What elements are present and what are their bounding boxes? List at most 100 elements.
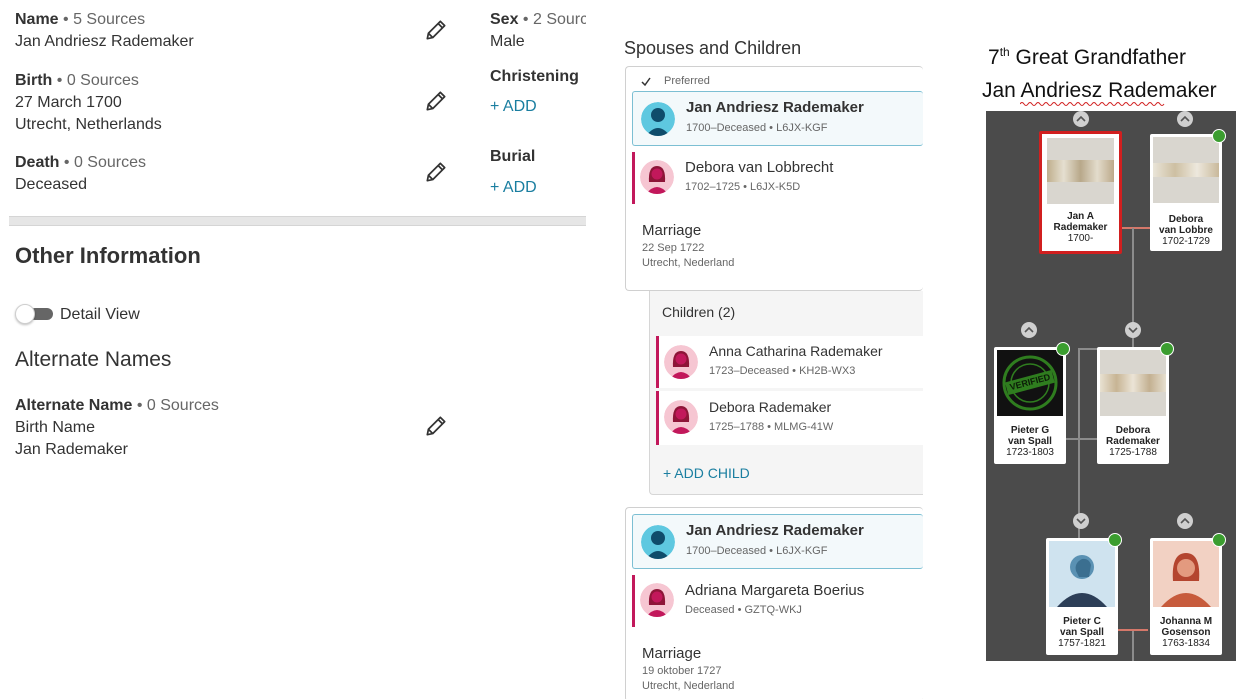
other-information-title: Other Information <box>15 243 201 268</box>
alternate-name-value: Jan Rademaker <box>15 441 128 458</box>
tree-card-dates: 1763-1834 <box>1162 638 1210 649</box>
expand-down-chevron-icon[interactable] <box>1125 322 1141 338</box>
sex-value: Male <box>490 33 525 50</box>
edit-alternate-name-pencil-icon[interactable] <box>423 413 449 439</box>
tree-card-dates: 1757-1821 <box>1058 638 1106 649</box>
female-indicator-bar <box>656 336 659 388</box>
tree-card-name: Gosenson <box>1161 627 1211 638</box>
male-avatar-icon <box>641 102 675 136</box>
tree-card-debora-rademaker[interactable]: Debora Rademaker 1725-1788 <box>1097 347 1169 464</box>
spouse-connector <box>1121 227 1151 229</box>
expand-up-chevron-icon[interactable] <box>1177 111 1193 127</box>
tree-card-dates: 1725-1788 <box>1109 447 1157 458</box>
marriage-place-1: Utrecht, Nederland <box>642 257 735 269</box>
section-divider <box>9 216 586 226</box>
tree-card-jan-a-rademaker[interactable]: Jan A Rademaker 1700- <box>1039 131 1122 254</box>
child-name[interactable]: Anna Catharina Rademaker <box>709 343 883 359</box>
child-meta: 1723–Deceased • KH2B-WX3 <box>709 365 856 377</box>
female-indicator-bar <box>656 391 659 445</box>
tree-card-pieter-g-van-spall[interactable]: VERIFIED Pieter G van Spall 1723-1803 <box>994 347 1066 464</box>
tree-card-name: Rademaker <box>1106 436 1160 447</box>
document-thumbnail <box>1047 138 1114 204</box>
add-christening-link[interactable]: + ADD <box>490 98 537 116</box>
female-silhouette-icon <box>1153 541 1219 607</box>
tree-card-name: van Spall <box>1060 627 1104 638</box>
wife-meta: Deceased • GZTQ-WKJ <box>685 604 802 616</box>
add-burial-link[interactable]: + ADD <box>490 179 537 197</box>
ancestor-name-heading: Jan Andriesz Rademaker <box>982 79 1217 102</box>
female-avatar-icon <box>640 583 674 617</box>
tree-card-name: Pieter G <box>1010 425 1050 436</box>
verified-seal-image: VERIFIED <box>997 350 1063 416</box>
record-hint-icon[interactable] <box>1108 533 1122 547</box>
document-thumbnail <box>1153 137 1219 203</box>
name-label: Name • 5 Sources <box>15 11 146 28</box>
husband-row-2[interactable]: Jan Andriesz Rademaker 1700–Deceased • L… <box>632 514 923 569</box>
alternate-name-label: Alternate Name • 0 Sources <box>15 397 219 414</box>
wife-meta: 1702–1725 • L6JX-K5D <box>685 181 801 193</box>
tree-card-name: Debora <box>1168 214 1204 225</box>
tree-card-name: van Spall <box>1008 436 1052 447</box>
edit-name-pencil-icon[interactable] <box>423 17 449 43</box>
child-row-2[interactable]: Debora Rademaker 1725–1788 • MLMG-41W <box>656 391 923 445</box>
alternate-names-title: Alternate Names <box>15 348 172 371</box>
death-label: Death • 0 Sources <box>15 154 146 171</box>
tree-card-dates: 1723-1803 <box>1006 447 1054 458</box>
record-hint-icon[interactable] <box>1160 342 1174 356</box>
female-avatar-icon <box>664 345 698 379</box>
generation-heading: 7th Great Grandfather <box>988 45 1186 69</box>
edit-birth-pencil-icon[interactable] <box>423 88 449 114</box>
birth-date: 27 March 1700 <box>15 94 122 111</box>
marriage-label-1: Marriage <box>642 222 702 239</box>
document-thumbnail <box>1100 350 1166 416</box>
record-hint-icon[interactable] <box>1212 129 1226 143</box>
child-row-1[interactable]: Anna Catharina Rademaker 1723–Deceased •… <box>656 336 923 388</box>
wife-name[interactable]: Adriana Margareta Boerius <box>685 582 864 599</box>
marriage-label-2: Marriage <box>642 645 702 662</box>
family-tree-view: Jan A Rademaker 1700- Debora van Lobbre … <box>986 111 1236 661</box>
expand-down-chevron-icon[interactable] <box>1073 513 1089 529</box>
birth-label: Birth • 0 Sources <box>15 72 139 89</box>
wife-row-1[interactable]: Debora van Lobbrecht 1702–1725 • L6JX-K5… <box>632 152 923 204</box>
husband-name[interactable]: Jan Andriesz Rademaker <box>686 522 864 539</box>
sex-label: Sex • 2 Sourc <box>490 11 586 28</box>
expand-up-chevron-icon[interactable] <box>1021 322 1037 338</box>
tree-card-name: van Lobbre <box>1159 225 1213 236</box>
tree-card-name: Debora <box>1115 425 1151 436</box>
descendant-connector <box>1078 348 1098 350</box>
tree-card-debora-van-lobbrecht[interactable]: Debora van Lobbre 1702-1729 <box>1150 134 1222 251</box>
add-child-link[interactable]: + ADD CHILD <box>663 465 750 481</box>
record-hint-icon[interactable] <box>1212 533 1226 547</box>
tree-card-name: Rademaker <box>1053 222 1108 233</box>
edit-death-pencil-icon[interactable] <box>423 159 449 185</box>
toggle-knob <box>15 304 35 324</box>
husband-meta: 1700–Deceased • L6JX-KGF <box>686 545 828 557</box>
female-indicator-bar <box>632 575 635 627</box>
detail-view-toggle[interactable] <box>15 303 55 325</box>
female-avatar-icon <box>664 400 698 434</box>
tree-card-name: Pieter C <box>1063 616 1101 627</box>
expand-up-chevron-icon[interactable] <box>1177 513 1193 529</box>
husband-meta: 1700–Deceased • L6JX-KGF <box>686 122 828 134</box>
child-name[interactable]: Debora Rademaker <box>709 399 831 415</box>
tree-card-johanna-m-gosenson[interactable]: Johanna M Gosenson 1763-1834 <box>1150 538 1222 655</box>
tree-card-name: Jan A <box>1067 211 1094 222</box>
preferred-label: Preferred <box>664 75 710 87</box>
children-label: Children (2) <box>662 304 736 320</box>
tree-card-pieter-c-van-spall[interactable]: Pieter C van Spall 1757-1821 <box>1046 538 1118 655</box>
wife-row-2[interactable]: Adriana Margareta Boerius Deceased • GZT… <box>632 575 923 627</box>
husband-name[interactable]: Jan Andriesz Rademaker <box>686 99 864 116</box>
child-meta: 1725–1788 • MLMG-41W <box>709 421 834 433</box>
spouse-connector <box>1066 438 1098 440</box>
tree-card-dates: 1700- <box>1067 233 1094 244</box>
wife-name[interactable]: Debora van Lobbrecht <box>685 159 833 176</box>
tree-card-dates: 1702-1729 <box>1162 236 1210 247</box>
name-value: Jan Andriesz Rademaker <box>15 33 194 50</box>
burial-label: Burial <box>490 148 536 165</box>
expand-up-chevron-icon[interactable] <box>1073 111 1089 127</box>
spellcheck-underline <box>1020 102 1165 106</box>
husband-row-1[interactable]: Jan Andriesz Rademaker 1700–Deceased • L… <box>632 91 923 146</box>
male-avatar-icon <box>641 525 675 559</box>
record-hint-icon[interactable] <box>1056 342 1070 356</box>
spouses-children-title: Spouses and Children <box>624 38 802 58</box>
